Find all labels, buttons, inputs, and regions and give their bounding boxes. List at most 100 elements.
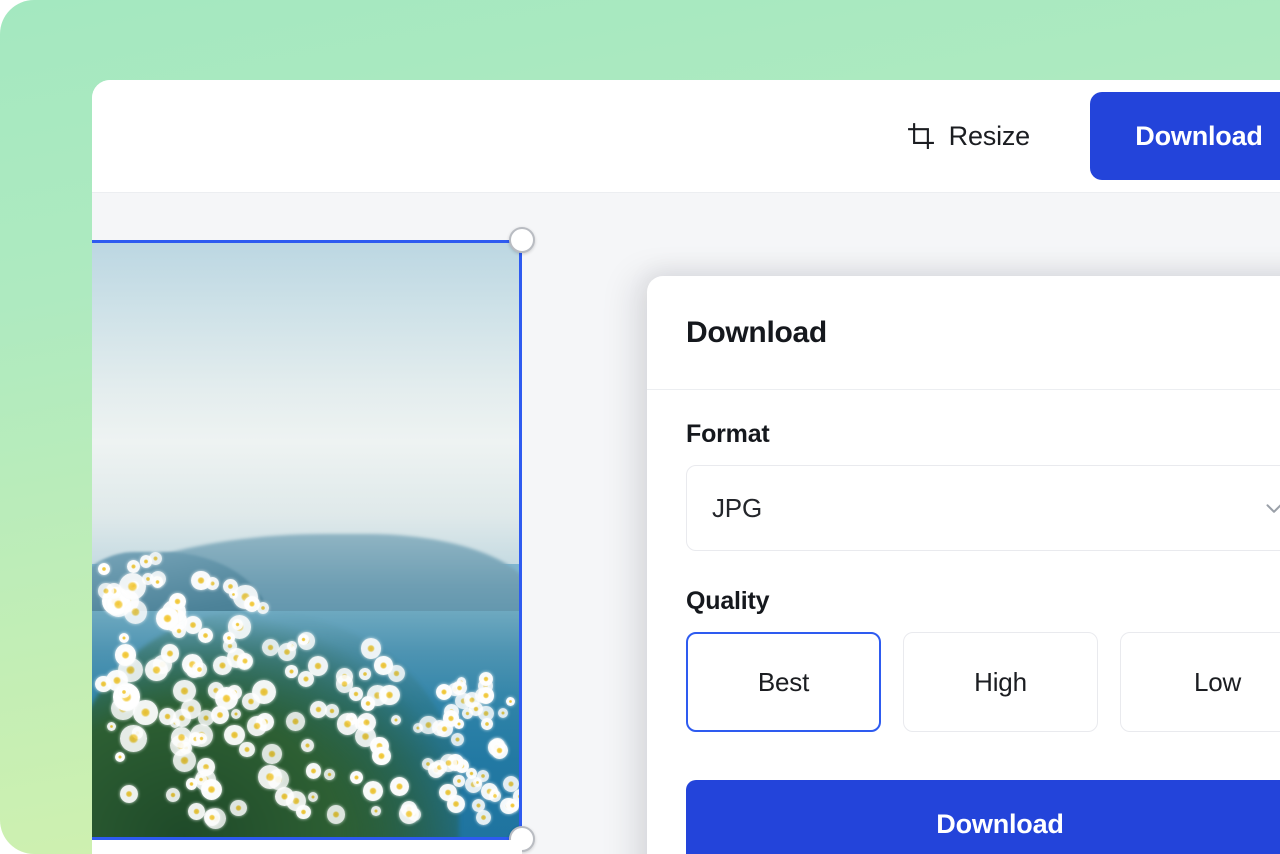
daisy-blossom	[118, 632, 130, 644]
daisy-blossom	[398, 803, 420, 824]
daisy-blossom	[475, 810, 492, 826]
quality-options: Best High Low	[686, 632, 1280, 732]
daisy-blossom	[156, 607, 179, 631]
daisy-blossom	[371, 805, 382, 816]
daisy-blossom	[497, 707, 509, 719]
daisy-blossom	[372, 746, 392, 766]
daisy-blossom	[350, 770, 364, 784]
daisy-blossom	[192, 662, 208, 678]
daisy-blossom	[326, 805, 346, 825]
daisy-blossom	[363, 780, 384, 801]
daisy-blossom	[436, 720, 453, 738]
daisy-blossom	[166, 787, 181, 802]
daisy-blossom	[489, 789, 502, 802]
daisy-blossom	[119, 784, 139, 803]
format-select[interactable]: JPG	[686, 465, 1280, 551]
daisy-blossom	[277, 643, 296, 661]
daisy-blossom	[194, 773, 207, 786]
daisy-blossom	[506, 697, 516, 707]
daisy-blossom	[325, 703, 340, 718]
daisy-blossom	[214, 687, 239, 711]
dialog-download-button[interactable]: Download	[686, 780, 1280, 854]
daisy-blossom	[212, 656, 232, 676]
app-window: Resize Download Download Format JPG Qual…	[92, 80, 1280, 854]
daisy-blossom	[471, 798, 486, 812]
daisy-blossom	[450, 733, 464, 747]
daisy-blossom	[308, 792, 319, 803]
toolbar-download-button[interactable]: Download	[1090, 92, 1280, 180]
download-dialog: Download Format JPG Quality Best High Lo…	[647, 276, 1280, 854]
daisy-blossom	[236, 652, 253, 669]
daisy-blossom	[360, 638, 382, 660]
daisy-blossom	[387, 664, 406, 682]
daisy-blossom	[335, 675, 353, 693]
format-label: Format	[686, 420, 770, 448]
canvas-page-edge	[92, 840, 522, 854]
daisy-blossom	[158, 708, 176, 725]
daisy-blossom	[114, 751, 126, 762]
daisy-blossom	[295, 804, 311, 820]
dialog-body: Format JPG Quality Best High Low Downloa…	[647, 390, 1280, 854]
daisy-blossom	[359, 668, 371, 680]
daisy-blossom	[298, 634, 309, 645]
daisy-blossom	[439, 753, 458, 772]
daisy-blossom	[123, 600, 148, 624]
daisy-blossom	[337, 713, 359, 735]
daisy-blossom	[160, 644, 179, 663]
daisy-blossom	[246, 716, 267, 736]
daisy-blossom	[230, 708, 241, 720]
daisy-blossom	[379, 684, 401, 706]
daisy-blossom	[439, 784, 457, 802]
daisy-blossom	[262, 744, 282, 764]
daisy-blossom	[145, 658, 168, 681]
daisy-blossom	[257, 601, 270, 614]
format-selected-value: JPG	[712, 492, 762, 523]
daisy-blossom	[490, 742, 508, 760]
daisy-blossom	[203, 809, 221, 826]
daisy-blossom	[98, 563, 111, 576]
daisy-blossom	[188, 803, 206, 821]
daisy-blossom	[477, 687, 494, 704]
quality-option-best[interactable]: Best	[686, 632, 881, 732]
daisy-blossom	[360, 696, 376, 712]
daisy-blossom	[305, 762, 322, 779]
daisy-blossom	[452, 680, 467, 696]
daisy-blossom	[298, 671, 315, 688]
daisy-blossom	[453, 775, 465, 787]
quality-option-high[interactable]: High	[903, 632, 1098, 732]
daisy-blossom	[300, 738, 315, 753]
daisy-blossom	[251, 679, 276, 705]
daisy-blossom	[120, 725, 147, 752]
crop-selection[interactable]	[92, 240, 522, 840]
daisy-blossom	[239, 741, 255, 758]
dialog-title: Download	[686, 315, 827, 349]
photo-image	[92, 243, 519, 837]
daisy-blossom	[480, 718, 493, 731]
crop-handle-top-right[interactable]	[509, 227, 535, 253]
quality-section: Quality Best High Low	[686, 587, 1280, 732]
daisy-blossom	[390, 714, 402, 726]
daisy-blossom	[231, 619, 243, 630]
daisy-blossom	[106, 721, 117, 732]
daisy-blossom	[98, 583, 114, 599]
quality-label: Quality	[686, 587, 770, 615]
daisy-blossom	[454, 719, 464, 729]
quality-option-low[interactable]: Low	[1120, 632, 1280, 732]
daisy-blossom	[224, 724, 245, 745]
dialog-header: Download	[647, 276, 1280, 390]
daisy-blossom	[184, 615, 203, 634]
photo-daisies	[92, 504, 519, 837]
top-toolbar: Resize Download	[92, 80, 1280, 193]
daisy-blossom	[114, 643, 137, 666]
daisy-blossom	[261, 638, 280, 656]
resize-button[interactable]: Resize	[896, 113, 1040, 160]
daisy-blossom	[421, 757, 434, 771]
daisy-blossom	[191, 570, 211, 590]
chevron-down-icon	[1261, 495, 1280, 521]
daisy-blossom	[228, 589, 239, 599]
daisy-blossom	[230, 799, 248, 817]
resize-label: Resize	[948, 120, 1031, 151]
daisy-blossom	[309, 701, 327, 718]
daisy-blossom	[139, 555, 152, 568]
daisy-blossom	[324, 769, 336, 781]
